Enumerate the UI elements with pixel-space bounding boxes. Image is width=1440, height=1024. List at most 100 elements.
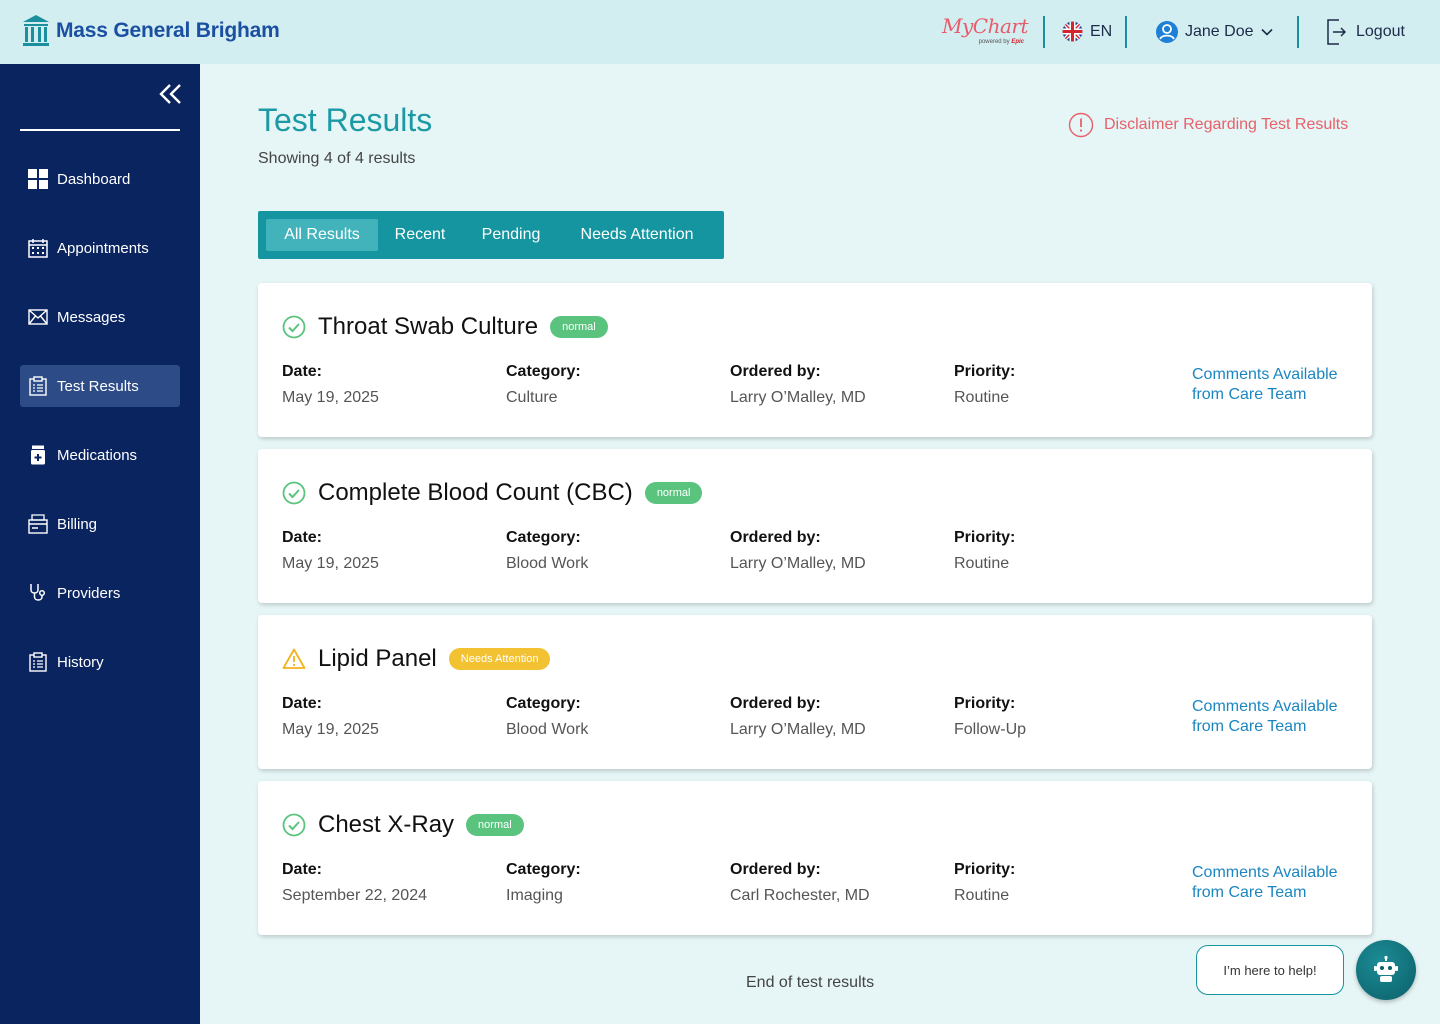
- language-code: EN: [1090, 22, 1113, 40]
- field-value: Larry O’Malley, MD: [730, 555, 866, 572]
- results-count: Showing 4 of 4 results: [258, 150, 416, 167]
- field-value: Larry O’Malley, MD: [730, 721, 866, 738]
- field-label: Priority:: [954, 529, 1016, 546]
- mychart-wordmark: MyChart: [942, 14, 1028, 38]
- result-date: Date: May 19, 2025: [282, 529, 379, 573]
- chevron-down-icon: [1260, 28, 1273, 36]
- assistant-button[interactable]: [1356, 940, 1416, 1000]
- tab-recent[interactable]: Recent: [382, 219, 458, 251]
- field-label: Ordered by:: [730, 529, 821, 546]
- sidebar-item-label: Test Results: [57, 377, 139, 395]
- status-badge: normal: [550, 316, 608, 338]
- sidebar-item-medications[interactable]: Medications: [20, 434, 180, 476]
- tab-needs-attention[interactable]: Needs Attention: [564, 219, 710, 251]
- result-card[interactable]: Throat Swab Culture normal Date: May 19, …: [258, 283, 1372, 437]
- result-ordered-by: Ordered by: Carl Rochester, MD: [730, 861, 870, 905]
- field-value: Carl Rochester, MD: [730, 887, 870, 904]
- user-menu[interactable]: Jane Doe: [1155, 20, 1274, 44]
- collapse-sidebar-icon[interactable]: [158, 82, 184, 108]
- field-label: Ordered by:: [730, 861, 821, 878]
- result-date: Date: September 22, 2024: [282, 861, 427, 905]
- sidebar-item-providers[interactable]: Providers: [20, 572, 180, 614]
- result-priority: Priority: Routine: [954, 529, 1015, 573]
- sidebar-item-dashboard[interactable]: Dashboard: [20, 158, 180, 200]
- result-card-header: Chest X-Ray normal: [282, 811, 524, 839]
- comments-link[interactable]: Comments Available from Care Team: [1192, 863, 1362, 903]
- sidebar-item-label: Billing: [57, 515, 98, 533]
- field-value: Routine: [954, 389, 1010, 406]
- sidebar-item-test-results[interactable]: Test Results: [20, 365, 180, 407]
- robot-icon: [1374, 955, 1398, 982]
- results-filter-tabs: All Results Recent Pending Needs Attenti…: [258, 211, 724, 259]
- warning-triangle-icon: [282, 648, 306, 669]
- check-circle-icon: [282, 481, 306, 505]
- clipboard-icon: [28, 376, 48, 396]
- stethoscope-icon: [28, 583, 48, 603]
- logout-button[interactable]: Logout: [1326, 19, 1405, 45]
- result-title: Lipid Panel: [318, 645, 437, 672]
- field-label: Category:: [506, 529, 581, 546]
- sidebar-item-appointments[interactable]: Appointments: [20, 227, 180, 269]
- sidebar-item-label: History: [57, 653, 104, 671]
- result-category: Category: Blood Work: [506, 529, 588, 573]
- result-ordered-by: Ordered by: Larry O’Malley, MD: [730, 695, 866, 739]
- sidebar-item-label: Medications: [57, 446, 138, 464]
- sidebar: Dashboard Appointments Messages Test Res…: [0, 64, 200, 1024]
- sidebar-item-history[interactable]: History: [20, 641, 180, 683]
- disclaimer-label: Disclaimer Regarding Test Results: [1104, 116, 1349, 133]
- header-divider: [1125, 16, 1127, 48]
- sidebar-divider: [20, 129, 180, 131]
- result-priority: Priority: Routine: [954, 363, 1015, 407]
- mychart-logo[interactable]: MyChart powered by Epic: [942, 14, 1028, 48]
- result-category: Category: Culture: [506, 363, 581, 407]
- field-label: Priority:: [954, 363, 1016, 380]
- sidebar-item-label: Appointments: [57, 239, 149, 257]
- field-value: Routine: [954, 555, 1010, 572]
- logout-label: Logout: [1356, 23, 1405, 40]
- result-title: Chest X-Ray: [318, 811, 455, 838]
- field-label: Date:: [282, 529, 323, 546]
- uk-flag-icon: [1062, 21, 1083, 42]
- tab-all-results[interactable]: All Results: [266, 219, 378, 251]
- field-label: Date:: [282, 695, 323, 712]
- field-value: Blood Work: [506, 721, 589, 738]
- field-label: Category:: [506, 695, 581, 712]
- field-value: May 19, 2025: [282, 555, 379, 572]
- field-value: Follow-Up: [954, 721, 1027, 738]
- page-title: Test Results: [258, 102, 433, 138]
- field-value: Imaging: [506, 887, 563, 904]
- result-card[interactable]: Lipid Panel Needs Attention Date: May 19,…: [258, 615, 1372, 769]
- result-date: Date: May 19, 2025: [282, 363, 379, 407]
- result-ordered-by: Ordered by: Larry O’Malley, MD: [730, 363, 866, 407]
- brand-logo[interactable]: Mass General Brigham: [22, 14, 280, 48]
- field-value: May 19, 2025: [282, 721, 379, 738]
- sidebar-item-messages[interactable]: Messages: [20, 296, 180, 338]
- comments-link[interactable]: Comments Available from Care Team: [1192, 365, 1362, 405]
- field-value: Blood Work: [506, 555, 589, 572]
- assistant-bubble[interactable]: I’m here to help!: [1196, 945, 1344, 995]
- sidebar-item-billing[interactable]: Billing: [20, 503, 180, 545]
- result-priority: Priority: Follow-Up: [954, 695, 1026, 739]
- field-label: Priority:: [954, 861, 1016, 878]
- field-value: Culture: [506, 389, 558, 406]
- language-selector[interactable]: EN: [1062, 21, 1112, 42]
- field-label: Priority:: [954, 695, 1016, 712]
- sidebar-item-label: Dashboard: [57, 170, 131, 188]
- pill-bottle-icon: [28, 445, 48, 465]
- tab-pending[interactable]: Pending: [466, 219, 556, 251]
- field-label: Date:: [282, 861, 323, 878]
- calendar-icon: [28, 238, 48, 258]
- field-value: May 19, 2025: [282, 389, 379, 406]
- result-priority: Priority: Routine: [954, 861, 1015, 905]
- result-card[interactable]: Chest X-Ray normal Date: September 22, 20…: [258, 781, 1372, 935]
- result-card[interactable]: Complete Blood Count (CBC) normal Date: M…: [258, 449, 1372, 603]
- billing-icon: [28, 514, 48, 534]
- field-label: Ordered by:: [730, 363, 821, 380]
- check-circle-icon: [282, 813, 306, 837]
- field-value: September 22, 2024: [282, 887, 427, 904]
- comments-link[interactable]: Comments Available from Care Team: [1192, 697, 1362, 737]
- logout-icon: [1327, 19, 1346, 45]
- alert-circle-icon: [1068, 112, 1094, 138]
- result-card-header: Complete Blood Count (CBC) normal: [282, 479, 703, 507]
- disclaimer-link[interactable]: Disclaimer Regarding Test Results: [1068, 112, 1348, 138]
